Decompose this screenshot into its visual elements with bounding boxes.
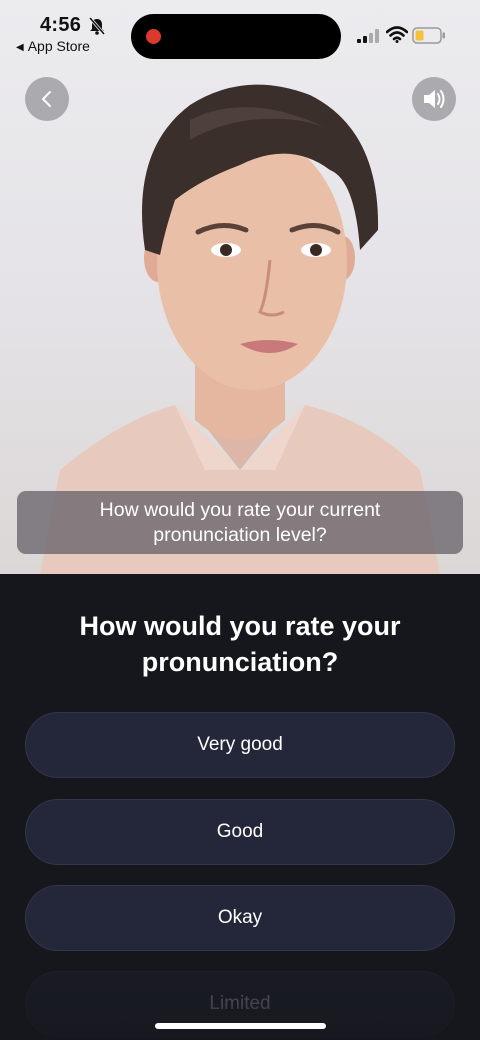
back-app-label: App Store (27, 38, 90, 54)
home-indicator[interactable] (155, 1023, 326, 1029)
recording-indicator (146, 29, 161, 44)
video-subtitle: How would you rate your current pronunci… (17, 491, 463, 554)
status-bar: 4:56 ◀ App Store (0, 0, 480, 60)
battery-icon (412, 27, 445, 44)
question-panel: How would you rate your pronunciation? V… (0, 574, 480, 1040)
sound-button[interactable] (412, 77, 456, 121)
option-label: Very good (197, 734, 283, 755)
option-good[interactable]: Good (25, 799, 455, 865)
question-title: How would you rate your pronunciation? (79, 611, 401, 677)
back-to-app-store[interactable]: ◀ App Store (16, 38, 90, 54)
clock: 4:56 (40, 14, 82, 36)
signal-icon (357, 29, 379, 43)
dynamic-island (131, 14, 341, 59)
back-button[interactable] (25, 77, 69, 121)
chevron-left-icon (42, 91, 51, 107)
speaker-icon (424, 90, 445, 108)
onboarding-screen: How would you rate your current pronunci… (0, 0, 480, 1040)
option-label: Limited (209, 993, 271, 1014)
tutor-video: How would you rate your current pronunci… (0, 0, 480, 574)
option-label: Okay (217, 907, 263, 928)
back-triangle-icon: ◀ (16, 42, 24, 53)
wifi-icon (386, 26, 408, 43)
bell-slash-icon (88, 17, 106, 35)
option-label: Good (216, 821, 264, 842)
option-very-good[interactable]: Very good (25, 712, 455, 778)
tutor-portrait (40, 84, 440, 574)
option-okay[interactable]: Okay (25, 885, 455, 951)
